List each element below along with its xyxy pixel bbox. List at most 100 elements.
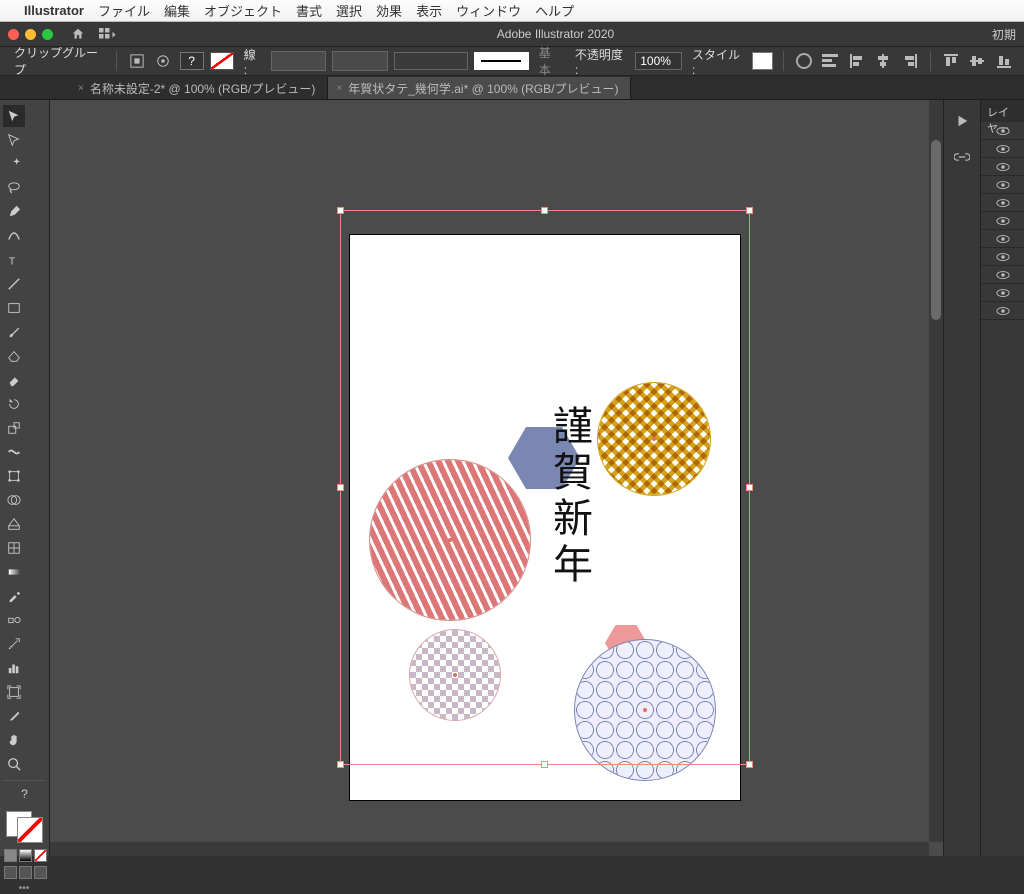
shaper-tool[interactable]: [3, 345, 25, 367]
draw-normal[interactable]: [4, 866, 17, 879]
layer-visibility-toggle[interactable]: [981, 248, 1024, 266]
minimize-button[interactable]: [25, 29, 36, 40]
target-icon[interactable]: [153, 50, 173, 72]
artboard-tool[interactable]: [3, 681, 25, 703]
scrollbar-thumb[interactable]: [931, 140, 941, 320]
edit-toolbar[interactable]: •••: [2, 883, 46, 894]
align-left-icon[interactable]: [847, 50, 867, 72]
menu-file[interactable]: ファイル: [98, 1, 150, 20]
eyedropper-tool[interactable]: [3, 585, 25, 607]
workspace-label[interactable]: 初期: [992, 26, 1016, 43]
handle-bm[interactable]: [541, 761, 548, 768]
rotate-tool[interactable]: [3, 393, 25, 415]
handle-mr[interactable]: [746, 484, 753, 491]
shape-builder-tool[interactable]: [3, 489, 25, 511]
document-tab[interactable]: × 年賀状タテ_幾何学.ai* @ 100% (RGB/プレビュー): [328, 77, 631, 99]
align-panel-icon[interactable]: [820, 50, 840, 72]
pen-tool[interactable]: [3, 201, 25, 223]
align-top-icon[interactable]: [941, 50, 961, 72]
scale-tool[interactable]: [3, 417, 25, 439]
free-transform-tool[interactable]: [3, 465, 25, 487]
menu-select[interactable]: 選択: [336, 1, 362, 20]
fill-stroke-indicator[interactable]: [4, 809, 45, 845]
column-graph-tool[interactable]: [3, 657, 25, 679]
handle-bl[interactable]: [337, 761, 344, 768]
close-button[interactable]: [8, 29, 19, 40]
menu-type[interactable]: 書式: [296, 1, 322, 20]
stroke-none[interactable]: [210, 52, 234, 70]
direct-selection-tool[interactable]: [3, 129, 25, 151]
perspective-grid-tool[interactable]: [3, 513, 25, 535]
hand-tool[interactable]: [3, 729, 25, 751]
opacity-input[interactable]: 100%: [635, 52, 682, 70]
layer-visibility-toggle[interactable]: [981, 302, 1024, 320]
workspace-switcher[interactable]: [97, 23, 119, 45]
menu-window[interactable]: ウィンドウ: [456, 1, 521, 20]
symbol-sprayer-tool[interactable]: [3, 633, 25, 655]
vertical-scrollbar[interactable]: [929, 100, 943, 842]
fill-unknown[interactable]: ?: [180, 52, 204, 70]
layer-visibility-toggle[interactable]: [981, 158, 1024, 176]
eraser-tool[interactable]: [3, 369, 25, 391]
mesh-tool[interactable]: [3, 537, 25, 559]
curvature-tool[interactable]: [3, 225, 25, 247]
variable-width-dropdown[interactable]: [332, 51, 387, 71]
lasso-tool[interactable]: [3, 177, 25, 199]
zoom-tool[interactable]: [3, 753, 25, 775]
layer-visibility-toggle[interactable]: [981, 176, 1024, 194]
layer-visibility-toggle[interactable]: [981, 266, 1024, 284]
menu-view[interactable]: 表示: [416, 1, 442, 20]
graphic-style-swatch[interactable]: [752, 52, 772, 70]
handle-ml[interactable]: [337, 484, 344, 491]
gradient-tool[interactable]: [3, 561, 25, 583]
layer-visibility-toggle[interactable]: [981, 212, 1024, 230]
type-tool[interactable]: T: [3, 249, 25, 271]
handle-tl[interactable]: [337, 207, 344, 214]
canvas[interactable]: 謹賀新年: [50, 100, 944, 856]
width-tool[interactable]: [3, 441, 25, 463]
zoom-button[interactable]: [42, 29, 53, 40]
align-hcenter-icon[interactable]: [873, 50, 893, 72]
menu-edit[interactable]: 編集: [164, 1, 190, 20]
stroke-profile[interactable]: [474, 52, 529, 70]
horizontal-scrollbar[interactable]: [50, 842, 929, 856]
blend-tool[interactable]: [3, 609, 25, 631]
handle-tr[interactable]: [746, 207, 753, 214]
recolor-icon[interactable]: [794, 50, 814, 72]
layers-panel-header[interactable]: レイヤー: [981, 100, 1024, 122]
handle-tm[interactable]: [541, 207, 548, 214]
rectangle-tool[interactable]: [3, 297, 25, 319]
document-tab[interactable]: × 名称未設定-2* @ 100% (RGB/プレビュー): [70, 77, 328, 99]
layer-visibility-toggle[interactable]: [981, 230, 1024, 248]
stroke-weight-dropdown[interactable]: [271, 51, 326, 71]
layer-visibility-toggle[interactable]: [981, 194, 1024, 212]
tab-close-icon[interactable]: ×: [78, 83, 84, 94]
magic-wand-tool[interactable]: [3, 153, 25, 175]
align-right-icon[interactable]: [899, 50, 919, 72]
layer-visibility-toggle[interactable]: [981, 140, 1024, 158]
paintbrush-tool[interactable]: [3, 321, 25, 343]
brush-definition[interactable]: [394, 52, 468, 70]
line-tool[interactable]: [3, 273, 25, 295]
align-bottom-icon[interactable]: [994, 50, 1014, 72]
play-icon[interactable]: [951, 110, 973, 132]
draw-behind[interactable]: [19, 866, 32, 879]
stroke-swatch[interactable]: [17, 817, 43, 843]
layer-visibility-toggle[interactable]: [981, 122, 1024, 140]
home-button[interactable]: [67, 23, 89, 45]
draw-inside[interactable]: [34, 866, 47, 879]
layer-visibility-toggle[interactable]: [981, 284, 1024, 302]
align-vcenter-icon[interactable]: [967, 50, 987, 72]
menu-object[interactable]: オブジェクト: [204, 1, 282, 20]
tab-close-icon[interactable]: ×: [336, 83, 342, 94]
slice-tool[interactable]: [3, 705, 25, 727]
handle-br[interactable]: [746, 761, 753, 768]
help-tool[interactable]: ?: [3, 780, 46, 802]
selection-bounding-box[interactable]: [340, 210, 750, 765]
selection-tool[interactable]: [3, 105, 25, 127]
bbox-toggle-icon[interactable]: [127, 50, 147, 72]
menu-effect[interactable]: 効果: [376, 1, 402, 20]
links-icon[interactable]: [951, 146, 973, 168]
menu-help[interactable]: ヘルプ: [535, 1, 574, 20]
app-menu[interactable]: Illustrator: [24, 3, 84, 18]
